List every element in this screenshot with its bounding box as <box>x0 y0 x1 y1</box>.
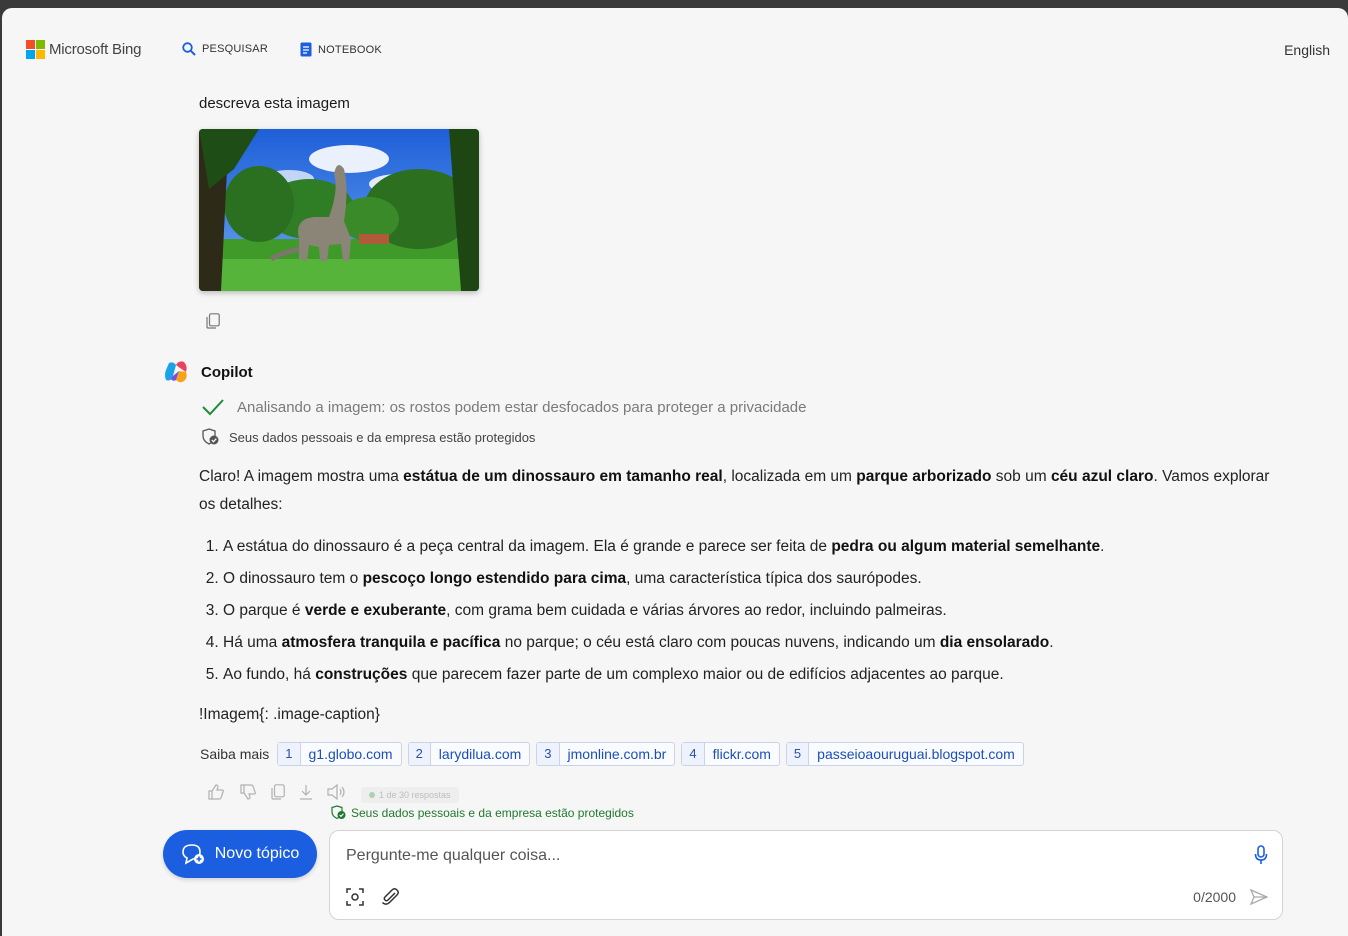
microphone-icon[interactable] <box>1254 845 1268 870</box>
list-item: Ao fundo, há construções que parecem faz… <box>223 659 1279 691</box>
read-aloud-icon[interactable] <box>327 783 347 805</box>
top-bar: Microsoft Bing PESQUISAR NOTEBOOK Englis… <box>2 8 1348 80</box>
shield-check-icon <box>202 428 219 445</box>
text-run: Há uma <box>223 634 282 651</box>
response-counter: 1 de 30 respostas <box>361 786 459 803</box>
privacy-notice: Seus dados pessoais e da empresa estão p… <box>201 428 535 446</box>
brand-name: Microsoft Bing <box>49 41 142 58</box>
privacy-notice-bottom: Seus dados pessoais e da empresa estão p… <box>331 805 634 820</box>
copilot-name: Copilot <box>201 363 253 381</box>
source-name: jmonline.com.br <box>567 746 667 762</box>
source-name: passeioaouruguai.blogspot.com <box>817 746 1015 762</box>
nav-search-label: PESQUISAR <box>202 43 268 55</box>
bold-text: estátua de um dinossauro em tamanho real <box>403 468 723 485</box>
source-number: 2 <box>408 743 431 765</box>
nav-search[interactable]: PESQUISAR <box>182 42 268 56</box>
bold-text: pescoço longo estendido para cima <box>362 570 627 587</box>
privacy-notice-bottom-text: Seus dados pessoais e da empresa estão p… <box>351 805 634 820</box>
response-actions: 1 de 30 respostas <box>207 783 459 805</box>
copilot-header: Copilot <box>163 359 253 385</box>
text-run: Claro! A imagem mostra uma <box>199 468 404 485</box>
text-run: que parecem fazer parte de um complexo m… <box>407 666 1004 683</box>
uploaded-image[interactable] <box>199 129 479 291</box>
attach-icon[interactable] <box>380 887 400 912</box>
source-number: 5 <box>786 743 810 765</box>
new-topic-label: Novo tópico <box>214 845 300 862</box>
nav-notebook-label: NOTEBOOK <box>318 43 382 56</box>
new-topic-button[interactable]: Novo tópico <box>163 830 317 878</box>
send-icon[interactable] <box>1249 888 1269 910</box>
search-icon <box>182 42 196 56</box>
answer-list: A estátua do dinossauro é a peça central… <box>199 531 1279 691</box>
text-run: , uma característica típica dos saurópod… <box>626 570 922 587</box>
answer-body: Claro! A imagem mostra uma estátua de um… <box>199 463 1279 729</box>
export-icon[interactable] <box>299 784 313 805</box>
copy-response-icon[interactable] <box>271 784 285 805</box>
text-run: sob um <box>991 468 1051 485</box>
source-name: g1.globo.com <box>308 746 393 762</box>
analysis-text: Analisando a imagem: os rostos podem est… <box>237 398 807 416</box>
chat-input-box: 0/2000 <box>329 830 1283 920</box>
source-link-3[interactable]: 3 jmonline.com.br <box>536 742 676 766</box>
source-link-2[interactable]: 2 larydilua.com <box>407 742 531 766</box>
chat-input[interactable] <box>344 843 1228 869</box>
text-run: A estátua do dinossauro é a peça central… <box>223 538 832 555</box>
list-item: O parque é verde e exuberante, com grama… <box>223 595 1279 627</box>
image-caption: !Imagem{: .image-caption} <box>199 706 380 723</box>
text-run: O parque é <box>223 602 305 619</box>
bing-logo[interactable]: Microsoft Bing <box>26 40 141 59</box>
privacy-notice-text: Seus dados pessoais e da empresa estão p… <box>229 429 536 445</box>
browser-window: Microsoft Bing PESQUISAR NOTEBOOK Englis… <box>2 8 1348 936</box>
bold-text: atmosfera tranquila e pacífica <box>281 634 501 651</box>
copilot-logo-icon <box>165 361 187 383</box>
bold-text: construções <box>315 666 408 683</box>
source-number: 4 <box>682 743 705 765</box>
visual-search-icon[interactable] <box>346 888 364 911</box>
learn-more-label: Saiba mais <box>200 746 270 762</box>
language-switch[interactable]: English <box>1284 42 1330 58</box>
list-item: O dinossauro tem o pescoço longo estendi… <box>223 563 1279 595</box>
text-run: , com grama bem cuidada e várias árvores… <box>446 602 947 619</box>
text-run: . <box>1100 538 1105 555</box>
new-chat-icon <box>181 844 204 865</box>
bold-text: céu azul claro <box>1050 468 1154 485</box>
source-name: larydilua.com <box>438 746 522 762</box>
text-run: O dinossauro tem o <box>223 570 363 587</box>
source-name: flickr.com <box>712 746 771 762</box>
bold-text: dia ensolarado <box>939 634 1050 651</box>
text-run: , localizada em um <box>722 468 857 485</box>
source-link-1[interactable]: 1 g1.globo.com <box>277 742 402 766</box>
dinosaur-park-photo <box>199 129 479 291</box>
check-icon <box>202 399 224 416</box>
char-counter: 0/2000 <box>1193 889 1236 905</box>
source-number: 1 <box>278 743 301 765</box>
response-counter-text: 1 de 30 respostas <box>379 789 451 800</box>
source-number: 3 <box>537 743 560 765</box>
nav-notebook[interactable]: NOTEBOOK <box>300 42 382 57</box>
status-dot-icon <box>369 791 375 798</box>
text-run: . <box>1049 634 1054 651</box>
bold-text: pedra ou algum material semelhante <box>831 538 1101 555</box>
shield-check-icon <box>331 805 346 820</box>
bold-text: verde e exuberante <box>304 602 447 619</box>
source-link-4[interactable]: 4 flickr.com <box>681 742 780 766</box>
notebook-icon <box>300 42 312 57</box>
copy-icon[interactable] <box>206 313 220 334</box>
learn-more: Saiba mais 1 g1.globo.com 2 larydilua.co… <box>200 742 1030 766</box>
text-run: Ao fundo, há <box>223 666 316 683</box>
list-item: A estátua do dinossauro é a peça central… <box>223 531 1279 563</box>
source-link-5[interactable]: 5 passeioaouruguai.blogspot.com <box>785 742 1024 766</box>
thumbs-up-icon[interactable] <box>207 784 225 805</box>
microsoft-logo-icon <box>26 40 45 59</box>
analysis-status: Analisando a imagem: os rostos podem est… <box>201 398 807 416</box>
answer-intro: Claro! A imagem mostra uma estátua de um… <box>199 463 1279 519</box>
text-run: no parque; o céu está claro com poucas n… <box>500 634 940 651</box>
thumbs-down-icon[interactable] <box>239 784 257 805</box>
list-item: Há uma atmosfera tranquila e pacífica no… <box>223 627 1279 659</box>
bold-text: parque arborizado <box>856 468 992 485</box>
user-prompt: descreva esta imagem <box>199 95 350 112</box>
